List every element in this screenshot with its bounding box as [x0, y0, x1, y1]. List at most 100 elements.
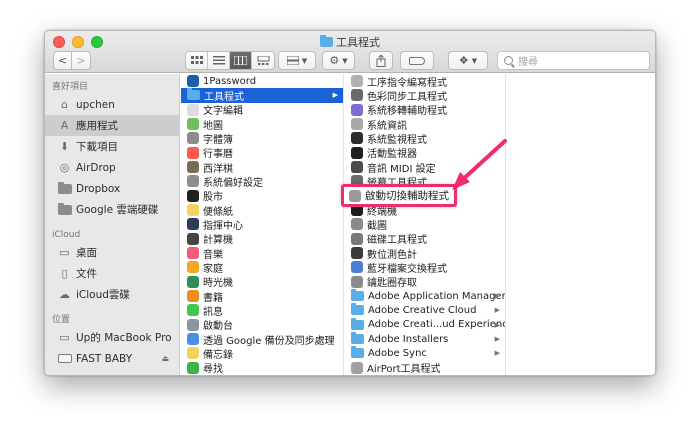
sidebar-item[interactable]: ⬇ 下載項目 — [45, 136, 179, 157]
sidebar-item[interactable]: ⌂ upchen — [45, 94, 179, 115]
forward-icon: > — [76, 54, 86, 67]
file-row[interactable]: 書籍 — [181, 289, 343, 304]
app-icon — [187, 161, 199, 174]
file-row[interactable]: 透過 Google 備份及同步處理 — [181, 332, 343, 347]
file-row[interactable]: 地圖 — [181, 117, 343, 132]
gallery-view-icon — [257, 56, 269, 65]
file-name: 音樂 — [203, 249, 223, 261]
file-name: Adobe Application Manager — [368, 290, 506, 302]
file-name: 計算機 — [203, 235, 233, 247]
boot-camp-assistant-highlight[interactable]: 啟動切換輔助程式 — [341, 184, 457, 207]
search-field[interactable]: 搜尋 — [497, 51, 650, 70]
icon-view-button[interactable] — [186, 52, 208, 69]
file-name: 西洋棋 — [203, 163, 233, 175]
sidebar-item[interactable]: FAST BABY ⏏ — [45, 348, 179, 369]
sidebar-item-label: AirDrop — [76, 161, 116, 174]
tags-button[interactable] — [400, 51, 434, 70]
file-row[interactable]: 時光機 — [181, 275, 343, 289]
file-row[interactable]: 指揮中心 — [181, 217, 343, 232]
file-name: 色彩同步工具程式 — [367, 92, 447, 103]
sidebar-item[interactable]: ▭ 桌面 — [45, 242, 179, 263]
file-row[interactable]: 1Password — [181, 74, 343, 88]
dropbox-button[interactable]: ❖ ▼ — [448, 51, 488, 70]
disk-icon — [57, 352, 72, 366]
sidebar-item[interactable]: Dropbox — [45, 178, 179, 199]
file-row[interactable]: 系統偏好設定 — [181, 174, 343, 189]
folder-icon — [351, 303, 364, 316]
app-icon — [351, 146, 363, 159]
sidebar-item[interactable]: ☁ iCloud雲碟 — [45, 284, 179, 305]
file-row[interactable]: 西洋棋 — [181, 160, 343, 175]
file-row[interactable]: 鑰匙圈存取 — [345, 275, 505, 289]
file-row[interactable]: 計算機 — [181, 232, 343, 246]
disclosure-arrow-icon: ▶ — [494, 335, 500, 344]
file-row[interactable]: 尋找 — [181, 361, 343, 375]
file-row[interactable]: 備忘錄 — [181, 346, 343, 361]
file-row[interactable]: 便條紙 — [181, 203, 343, 218]
eject-icon[interactable]: ⏏ — [161, 354, 169, 363]
sidebar-item-label: Google 雲端硬碟 — [76, 204, 159, 216]
sidebar-item[interactable]: Google 雲端硬碟 — [45, 199, 179, 220]
disclosure-arrow-icon: ▶ — [332, 91, 338, 100]
file-row[interactable]: Adobe Sync ▶ — [345, 346, 505, 360]
file-row[interactable]: Adobe Application Manager ▶ — [345, 289, 505, 303]
app-icon — [187, 275, 199, 288]
file-row[interactable]: 藍牙檔案交換程式 — [345, 260, 505, 275]
file-row[interactable]: 家庭 — [181, 260, 343, 275]
app-icon — [187, 218, 199, 231]
sidebar-item[interactable]: ▯ 文件 — [45, 263, 179, 284]
sidebar-item-label: Up的 MacBook Pro — [76, 332, 172, 344]
app-icon — [351, 247, 363, 260]
file-name: 活動監視器 — [367, 149, 417, 161]
app-icon — [187, 132, 199, 145]
file-name: 便條紙 — [203, 206, 233, 218]
app-icon — [351, 361, 363, 374]
file-name: 股市 — [203, 192, 223, 204]
file-row[interactable]: 色彩同步工具程式 — [345, 88, 505, 103]
sidebar-item[interactable]: ▭ Up的 MacBook Pro — [45, 327, 179, 348]
folder-icon — [57, 202, 72, 217]
forward-button[interactable]: > — [72, 51, 91, 70]
gallery-view-button[interactable] — [252, 52, 274, 69]
app-icon — [187, 232, 199, 245]
file-row[interactable]: 字體簿 — [181, 131, 343, 146]
search-icon — [504, 56, 513, 65]
sidebar-section-header: 喜好項目 — [52, 82, 89, 92]
share-button[interactable] — [369, 51, 393, 70]
file-row[interactable]: Adobe Creative Cloud ▶ — [345, 303, 505, 317]
desktop-icon: ▭ — [59, 246, 70, 259]
file-row[interactable]: 股市 — [181, 189, 343, 203]
file-row[interactable]: 音樂 — [181, 246, 343, 261]
file-row[interactable]: 工具程式 ▶ — [181, 88, 343, 103]
file-row[interactable]: 工序指令編寫程式 — [345, 74, 505, 89]
file-row[interactable]: 行事曆 — [181, 146, 343, 160]
sidebar-item[interactable]: WIN10 ⏏ — [45, 369, 179, 376]
file-row[interactable]: Adobe Installers ▶ — [345, 332, 505, 346]
app-icon — [187, 146, 199, 159]
back-button[interactable]: < — [53, 51, 72, 70]
file-row[interactable]: 系統移轉輔助程式 — [345, 103, 505, 117]
file-row[interactable]: 截圖 — [345, 217, 505, 232]
group-by-button[interactable]: ▼ — [278, 51, 316, 70]
sidebar-item[interactable]: ◎ AirDrop — [45, 157, 179, 178]
file-row[interactable]: 訊息 — [181, 303, 343, 318]
file-row[interactable]: 文字編輯 — [181, 103, 343, 117]
sidebar-item[interactable]: A 應用程式 — [45, 115, 179, 136]
back-icon: < — [57, 54, 68, 67]
file-row[interactable]: 數位測色計 — [345, 246, 505, 261]
app-icon — [187, 333, 199, 346]
action-button[interactable]: ⚙ ▼ — [322, 51, 355, 70]
view-mode-group — [185, 51, 275, 70]
callout-label: 啟動切換輔助程式 — [365, 190, 449, 202]
file-row[interactable]: 磁碟工具程式 — [345, 232, 505, 246]
list-view-button[interactable] — [208, 52, 230, 69]
file-row[interactable]: 啟動台 — [181, 318, 343, 332]
file-row[interactable]: AirPort工具程式 — [345, 361, 505, 375]
column-view-button[interactable] — [230, 52, 252, 69]
chevron-down-icon: ▼ — [301, 56, 308, 65]
app-icon — [187, 75, 199, 88]
app-icon — [351, 118, 363, 131]
file-row[interactable]: 系統資訊 — [345, 117, 505, 132]
file-row[interactable]: Adobe Creati...ud Experience ▶ — [345, 317, 505, 332]
eject-icon[interactable]: ⏏ — [161, 375, 169, 376]
